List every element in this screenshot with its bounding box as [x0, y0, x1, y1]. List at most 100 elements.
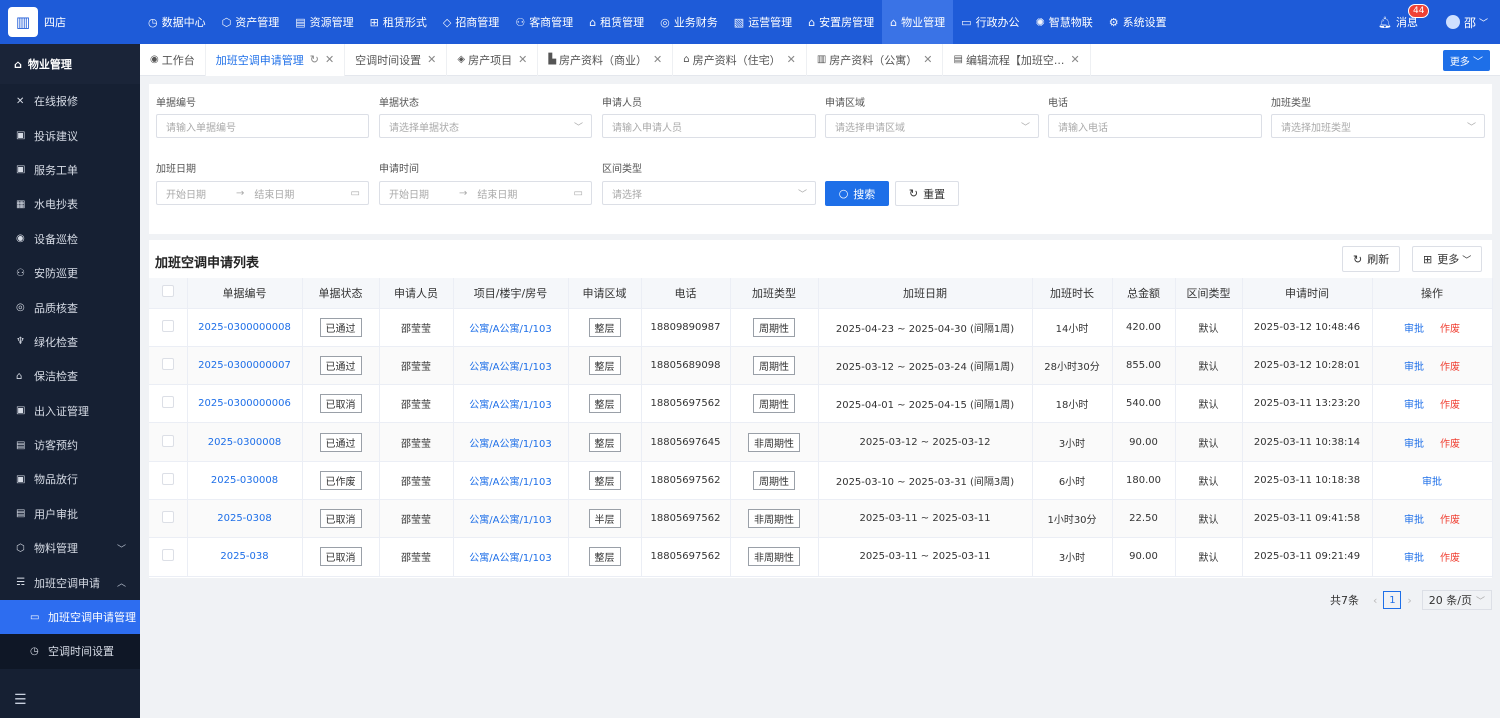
tabs-more-button[interactable]: 更多 ﹀ — [1442, 50, 1490, 71]
void-button[interactable]: 作废 — [1440, 515, 1460, 526]
close-icon[interactable]: ✕ — [427, 53, 436, 66]
prev-page-icon[interactable]: ‹ — [1373, 594, 1377, 607]
status-select[interactable]: 请选择单据状态 ﹀ — [379, 114, 592, 138]
approve-button[interactable]: 审批 — [1404, 515, 1424, 526]
room-link[interactable]: 公寓/A公寓/1/103 — [469, 553, 551, 564]
nav-item-6[interactable]: ⌂ 租赁管理 — [581, 0, 652, 44]
close-icon[interactable]: ✕ — [325, 53, 334, 66]
tab-0[interactable]: ◉ 工作台 — [140, 43, 206, 76]
sidebar-item-12[interactable]: ▤ 用户审批 — [0, 497, 140, 531]
room-link[interactable]: 公寓/A公寓/1/103 — [469, 362, 551, 373]
room-link[interactable]: 公寓/A公寓/1/103 — [469, 477, 551, 488]
nav-item-3[interactable]: ⊞ 租赁形式 — [362, 0, 435, 44]
sidebar-subitem-0[interactable]: ▭ 加班空调申请管理 — [0, 599, 140, 635]
sidebar-item-11[interactable]: ▣ 物品放行 — [0, 462, 140, 496]
refresh-button[interactable]: ↻ 刷新 — [1342, 246, 1401, 272]
nav-item-1[interactable]: ⬡ 资产管理 — [214, 0, 288, 44]
nav-item-10[interactable]: ⌂ 物业管理 — [882, 0, 954, 44]
approve-button[interactable]: 审批 — [1404, 324, 1424, 335]
doc-no-link[interactable]: 2025-0308 — [217, 513, 272, 524]
nav-item-8[interactable]: ▧ 运营管理 — [726, 0, 800, 44]
doc-no-link[interactable]: 2025-038 — [220, 551, 268, 562]
void-button[interactable]: 作废 — [1440, 324, 1460, 335]
sidebar-header[interactable]: ⌂ 物业管理 — [0, 44, 140, 84]
row-checkbox[interactable] — [161, 511, 174, 524]
doc-no-link[interactable]: 2025-0300008 — [208, 437, 282, 448]
user-menu[interactable]: 邵 ﹀ — [1445, 14, 1488, 31]
select-all-checkbox[interactable] — [161, 285, 174, 298]
nav-item-11[interactable]: ▭ 行政办公 — [953, 0, 1027, 44]
nav-item-13[interactable]: ⚙ 系统设置 — [1101, 0, 1175, 44]
current-page[interactable]: 1 — [1383, 591, 1402, 609]
doc-no-link[interactable]: 2025-030008 — [211, 475, 278, 486]
doc-no-link[interactable]: 2025-0300000006 — [198, 398, 291, 409]
tab-6[interactable]: ▥ 房产资料（公寓） ✕ — [807, 43, 944, 76]
room-link[interactable]: 公寓/A公寓/1/103 — [469, 400, 551, 411]
sidebar-item-6[interactable]: ◎ 品质核查 — [0, 290, 140, 324]
void-button[interactable]: 作废 — [1440, 553, 1460, 564]
room-link[interactable]: 公寓/A公寓/1/103 — [469, 324, 551, 335]
row-checkbox[interactable] — [161, 549, 174, 562]
range-type-select[interactable]: 请选择 ﹀ — [602, 181, 816, 205]
apply-time-range[interactable]: 开始日期 → 结束日期 ▭ — [379, 181, 592, 205]
ot-date-range[interactable]: 开始日期 → 结束日期 ▭ — [156, 181, 369, 205]
row-checkbox[interactable] — [161, 472, 174, 485]
row-checkbox[interactable] — [161, 319, 174, 332]
sidebar-subitem-1[interactable]: ◷ 空调时间设置 — [0, 634, 140, 669]
room-link[interactable]: 公寓/A公寓/1/103 — [469, 515, 551, 526]
sidebar-item-2[interactable]: ▣ 服务工单 — [0, 153, 140, 187]
approve-button[interactable]: 审批 — [1404, 439, 1424, 450]
page-size-select[interactable]: 20 条/页 ﹀ — [1421, 590, 1492, 610]
sidebar-item-10[interactable]: ▤ 访客预约 — [0, 428, 140, 462]
approve-button[interactable]: 审批 — [1404, 553, 1424, 564]
tab-7[interactable]: ▤ 编辑流程【加班空... ✕ — [943, 43, 1091, 76]
sidebar-item-8[interactable]: ⌂ 保洁检查 — [0, 359, 140, 393]
room-link[interactable]: 公寓/A公寓/1/103 — [469, 439, 551, 450]
sidebar-item-7[interactable]: ♆ 绿化检查 — [0, 325, 140, 359]
doc-no-link[interactable]: 2025-0300000007 — [198, 360, 291, 371]
tab-3[interactable]: ◈ 房产项目 ✕ — [447, 43, 539, 76]
tab-4[interactable]: ▙ 房产资料（商业） ✕ — [538, 43, 674, 76]
refresh-icon[interactable]: ↻ — [310, 53, 319, 66]
nav-item-2[interactable]: ▤ 资源管理 — [287, 0, 361, 44]
phone-input[interactable]: 请输入电话 — [1048, 114, 1262, 138]
sidebar-item-1[interactable]: ▣ 投诉建议 — [0, 118, 140, 152]
row-checkbox[interactable] — [161, 434, 174, 447]
void-button[interactable]: 作废 — [1440, 400, 1460, 411]
approve-button[interactable]: 审批 — [1422, 477, 1442, 488]
nav-item-7[interactable]: ◎ 业务财务 — [652, 0, 726, 44]
collapse-menu-icon[interactable]: ☰ — [14, 692, 27, 708]
nav-item-12[interactable]: ✺ 智慧物联 — [1028, 0, 1101, 44]
next-page-icon[interactable]: › — [1407, 594, 1411, 607]
area-select[interactable]: 请选择申请区域 ﹀ — [825, 114, 1039, 138]
sidebar-item-4[interactable]: ◉ 设备巡检 — [0, 222, 140, 256]
sidebar-item-13[interactable]: ⬡ 物料管理 ﹀ — [0, 531, 140, 565]
reset-button[interactable]: ↻ 重置 — [895, 181, 959, 206]
close-icon[interactable]: ✕ — [787, 53, 796, 66]
tab-5[interactable]: ⌂ 房产资料（住宅） ✕ — [673, 43, 807, 76]
applicant-input[interactable]: 请输入申请人员 — [602, 114, 816, 138]
sidebar-item-5[interactable]: ⚇ 安防巡更 — [0, 256, 140, 290]
close-icon[interactable]: ✕ — [653, 53, 662, 66]
void-button[interactable]: 作废 — [1440, 439, 1460, 450]
ot-type-select[interactable]: 请选择加班类型 ﹀ — [1271, 114, 1485, 138]
row-checkbox[interactable] — [161, 396, 174, 409]
nav-item-4[interactable]: ◇ 招商管理 — [435, 0, 507, 44]
nav-item-5[interactable]: ⚇ 客商管理 — [507, 0, 581, 44]
tab-2[interactable]: 空调时间设置 ✕ — [345, 43, 448, 76]
search-button[interactable]: ○ 搜索 — [825, 181, 889, 206]
doc-no-input[interactable]: 请输入单据编号 — [156, 114, 369, 138]
nav-item-0[interactable]: ◷ 数据中心 — [140, 0, 214, 44]
sidebar-item-14[interactable]: ☴ 加班空调申请 ︿ — [0, 565, 140, 599]
row-checkbox[interactable] — [161, 357, 174, 370]
approve-button[interactable]: 审批 — [1404, 400, 1424, 411]
close-icon[interactable]: ✕ — [518, 53, 527, 66]
approve-button[interactable]: 审批 — [1404, 362, 1424, 373]
doc-no-link[interactable]: 2025-0300000008 — [198, 322, 291, 333]
messages-button[interactable]: 🔔︎ 消息 44 — [1378, 4, 1430, 30]
close-icon[interactable]: ✕ — [923, 53, 932, 66]
tab-1[interactable]: 加班空调申请管理 ↻ ✕ — [205, 43, 346, 76]
nav-item-9[interactable]: ⌂ 安置房管理 — [800, 0, 882, 44]
building-icon[interactable]: ▥ — [8, 7, 38, 37]
sidebar-item-3[interactable]: ▦ 水电抄表 — [0, 187, 140, 221]
